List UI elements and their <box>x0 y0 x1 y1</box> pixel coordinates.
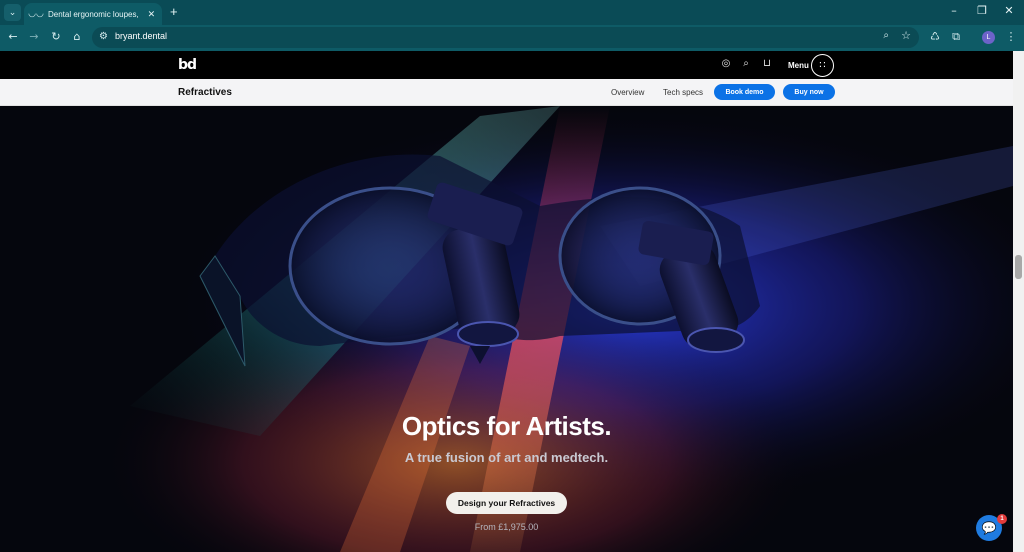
site-logo[interactable]: bd <box>178 57 197 73</box>
scrollbar-thumb[interactable] <box>1015 255 1022 279</box>
page-scrollbar[interactable] <box>1013 51 1024 552</box>
product-subnav: Refractives Overview Tech specs Book dem… <box>0 79 1013 106</box>
tab-close-icon[interactable]: ✕ <box>147 9 156 20</box>
hero-section: Optics for Artists. A true fusion of art… <box>0 106 1013 552</box>
url-text[interactable]: bryant.dental <box>115 31 167 41</box>
close-window-icon[interactable]: ✕ <box>999 4 1019 17</box>
buy-now-button[interactable]: Buy now <box>783 84 835 100</box>
puzzle-icon[interactable]: ⧉ <box>948 30 964 44</box>
hero-title: Optics for Artists. <box>401 411 612 441</box>
menu-grid-icon[interactable]: ∷ <box>811 54 834 77</box>
search-icon[interactable]: ⌕ <box>739 58 753 69</box>
camera-icon[interactable]: ◎ <box>719 58 733 69</box>
minimize-icon[interactable]: – <box>944 4 964 17</box>
hero-image <box>0 106 1013 552</box>
product-title[interactable]: Refractives <box>178 87 232 98</box>
browser-tab-bar: ⌄ ◡◡ Dental ergonomic loupes, head ✕ + –… <box>0 0 1024 25</box>
favicon-icon: ◡◡ <box>28 9 44 19</box>
price-text: From £1,975.00 <box>474 522 539 532</box>
bookmark-star-icon[interactable]: ☆ <box>901 29 911 42</box>
restore-icon[interactable]: ❐ <box>972 4 992 17</box>
forward-arrow-right-icon[interactable]: → <box>26 30 42 43</box>
hero-subtitle: A true fusion of art and medtech. <box>404 450 609 465</box>
design-your-refractives-button[interactable]: Design your Refractives <box>446 492 567 514</box>
new-tab-plus-icon[interactable]: + <box>170 5 178 19</box>
back-arrow-left-icon[interactable]: ← <box>5 30 21 43</box>
book-demo-button[interactable]: Book demo <box>714 84 775 100</box>
reload-icon[interactable]: ↻ <box>48 30 64 43</box>
extension-icon[interactable]: ♺ <box>927 30 943 43</box>
browser-toolbar: ← → ↻ ⌂ ⚙ bryant.dental ⌕ ☆ ♺ ⧉ ⋮ <box>0 25 1024 51</box>
site-settings-tune-icon[interactable]: ⚙ <box>99 31 108 42</box>
address-bar[interactable]: ⚙ bryant.dental ⌕ ☆ <box>92 27 919 48</box>
subnav-link-tech-specs[interactable]: Tech specs <box>663 88 703 97</box>
menu-label[interactable]: Menu <box>788 61 809 70</box>
chat-badge: 1 <box>997 514 1007 524</box>
site-header: bd ◎ ⌕ ⊔ Menu ∷ <box>0 51 1013 79</box>
subnav-link-overview[interactable]: Overview <box>611 88 644 97</box>
more-kebab-icon[interactable]: ⋮ <box>1003 30 1019 43</box>
basket-icon[interactable]: ⊔ <box>760 58 774 69</box>
home-icon[interactable]: ⌂ <box>69 30 85 43</box>
profile-avatar[interactable]: L <box>982 31 995 44</box>
browser-tab[interactable]: ◡◡ Dental ergonomic loupes, head ✕ <box>24 3 162 25</box>
tab-title: Dental ergonomic loupes, head <box>48 9 141 19</box>
tab-search-chevron-down-icon[interactable]: ⌄ <box>4 4 21 21</box>
zoom-icon[interactable]: ⌕ <box>883 30 889 41</box>
